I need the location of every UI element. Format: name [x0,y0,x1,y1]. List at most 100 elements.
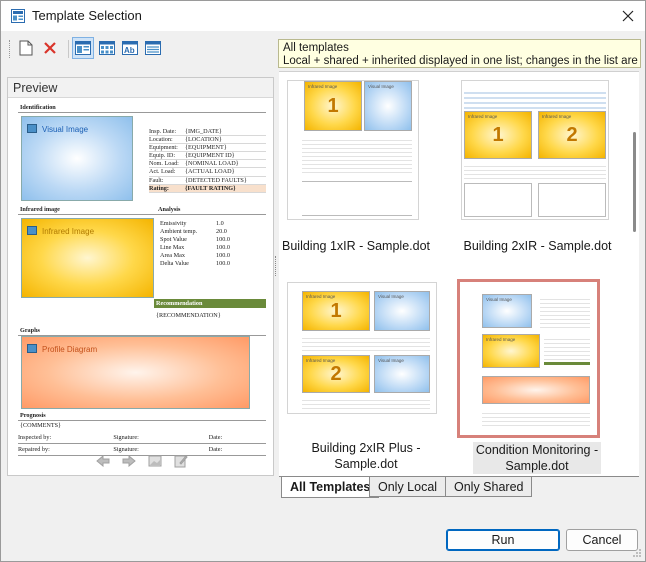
thumb-divider [302,215,412,216]
view-text-icon: Ab [122,41,138,55]
panel-splitter[interactable] [275,256,278,276]
template-tile[interactable]: Infrared Image 1 Visual Image Infrared Im… [281,274,446,474]
image-icon [27,344,37,353]
field-row: Location: {LOCATION} [149,136,266,145]
infrared-image-label: Infrared Image [42,227,95,236]
view-details-button[interactable] [142,37,164,59]
tooltip: All templates Local + shared + inherited… [278,39,641,68]
template-selection-dialog: Template Selection Ab All templates Loca… [0,0,646,562]
template-thumbnail: Visual Image Infrared Image [457,279,600,438]
thumb-lines [540,296,590,328]
resize-grip-icon[interactable] [632,548,642,558]
window-title: Template Selection [32,8,142,23]
toolbar-grip[interactable] [9,40,11,58]
tab-only-local[interactable]: Only Local [369,477,447,497]
profile-thumb [482,376,590,404]
ir-image-thumb: Infrared Image 1 [304,81,362,131]
tooltip-line-1: All templates [283,42,349,54]
app-icon [11,9,25,23]
delete-icon [44,42,56,54]
tab-only-shared[interactable]: Only Shared [445,477,533,497]
thumb-lines [302,137,412,175]
cancel-button[interactable]: Cancel [566,529,638,551]
image-icon [27,124,37,133]
thumb-lines [464,89,606,109]
thumb-recommendation-bar [544,362,590,365]
analysis-row: Delta Value 100.0 [160,260,230,268]
visual-image-thumb: Visual Image [374,355,430,393]
preview-navigation [94,452,190,470]
recommendation-value: {RECOMMENDATION} [156,312,221,319]
title-bar: Template Selection [1,1,645,31]
analysis-row: Ambient temp. 20.0 [160,228,227,236]
visual-image-placeholder: Visual Image [21,116,133,201]
field-row: Act. Load: {ACTUAL LOAD} [149,168,266,177]
new-template-button[interactable] [15,37,37,59]
edit-icon [174,455,188,468]
template-list[interactable]: Infrared Image 1 Visual Image Building 1x… [279,71,639,476]
template-tile-selected[interactable]: Visual Image Infrared Image Condition Mo… [455,274,620,474]
visual-image-thumb: Visual Image [364,81,412,131]
svg-text:Ab: Ab [124,46,135,55]
tab-all-templates[interactable]: All Templates [281,477,380,498]
template-tile[interactable]: Infrared Image 1 Visual Image Building 1x… [281,72,446,262]
visual-image-thumb: Visual Image [482,294,532,328]
close-icon [622,10,634,22]
section-identification: Identification [20,104,56,111]
template-label: Building 2xIR Plus - Sample.dot [311,441,421,471]
template-thumbnail: Infrared Image 1 Visual Image [287,80,419,220]
infrared-image-placeholder: Infrared Image [21,218,154,298]
template-tile[interactable]: Infrared Image 1 Infrared Image 2 Building… [455,72,620,262]
edit-button[interactable] [172,452,190,470]
thumb-lines [464,163,606,181]
thumb-lines [302,335,430,351]
toolbar: Ab [5,37,275,61]
previous-page-button[interactable] [94,452,112,470]
analysis-row: Line Max 100.0 [160,244,230,252]
thumb-lines [482,410,590,428]
field-row: Nom. Load: {NOMINAL LOAD} [149,160,266,169]
inspected-by-row: Inspected by: Signature: Date: [18,434,266,444]
thumb-box [538,183,606,217]
view-preview-icon [75,41,91,55]
thumb-lines [302,397,430,411]
view-thumbnails-button[interactable] [96,37,118,59]
thumb-box [464,183,532,217]
analysis-row: Emissivity 1.0 [160,220,224,227]
tooltip-line-2: Local + shared + inherited displayed in … [283,55,641,67]
divider [18,214,266,215]
preview-document: Identification Visual Image Insp. Date:{… [18,102,266,432]
field-row-rating: Rating: {FAULT RATING} [149,184,266,193]
ir-image-thumb: Infrared Image [482,334,540,368]
comments-field: {COMMENTS} [20,422,62,429]
image-button[interactable] [146,452,164,470]
section-analysis: Analysis [158,206,181,213]
new-icon [19,40,33,56]
arrow-left-icon [96,455,110,467]
recommendation-header: Recommendation [154,299,266,308]
visual-image-label: Visual Image [42,125,89,134]
divider [18,420,266,421]
section-infrared: Infrared image [20,206,60,213]
template-label: Building 2xIR - Sample.dot [463,239,612,253]
toolbar-separator [68,40,69,58]
divider [18,112,266,113]
preview-panel: Preview Identification Visual Image Insp… [7,77,274,476]
filter-tabs: All Templates Only Local Only Shared [279,476,639,498]
next-page-button[interactable] [120,452,138,470]
view-thumbnails-icon [99,41,115,55]
visual-image-thumb: Visual Image [374,291,430,331]
thumb-lines [544,336,590,360]
analysis-row: Area Max 100.0 [160,252,230,260]
view-text-button[interactable]: Ab [119,37,141,59]
picture-icon [148,455,162,467]
delete-template-button[interactable] [39,37,61,59]
run-button[interactable]: Run [446,529,560,551]
scrollbar-thumb[interactable] [633,132,636,232]
template-label: Building 1xIR - Sample.dot [282,239,430,253]
profile-diagram-placeholder: Profile Diagram [21,336,250,409]
view-preview-button[interactable] [72,37,94,59]
field-row: Equip. ID: {EQUIPMENT ID} [149,152,266,161]
close-button[interactable] [615,3,641,29]
image-icon [27,226,37,235]
